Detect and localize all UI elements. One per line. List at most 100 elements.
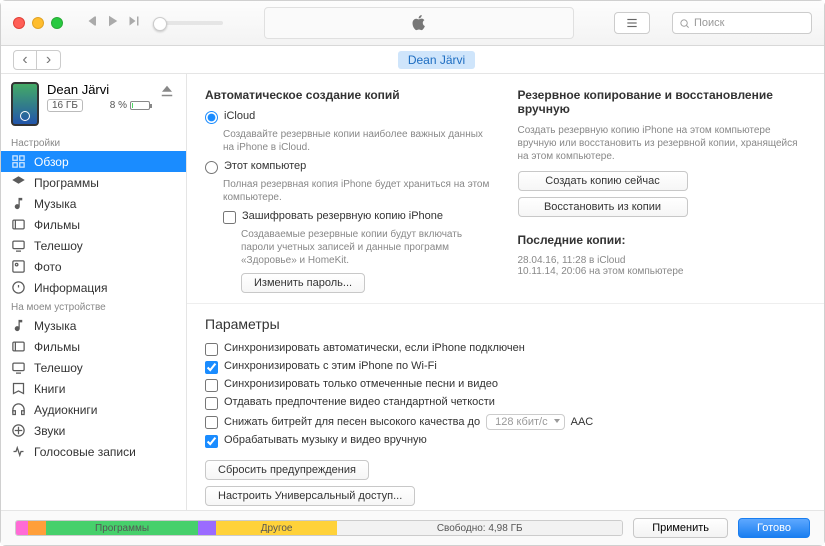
volume-slider[interactable] xyxy=(153,21,223,25)
auto-backup-title: Автоматическое создание копий xyxy=(205,88,494,102)
device-battery: 8 % xyxy=(110,100,150,111)
configure-ua-button[interactable]: Настроить Универсальный доступ... xyxy=(205,486,415,506)
sidebar-item-label: Книги xyxy=(34,382,65,396)
lcd-display xyxy=(264,7,574,39)
nav-row: ‹ › Dean Järvi xyxy=(1,46,824,74)
encrypt-sub: Создаваемые резервные копии будут включа… xyxy=(241,228,494,267)
option-bitrate-checkbox[interactable] xyxy=(205,416,218,429)
sidebar-item-label: Голосовые записи xyxy=(34,445,136,459)
last-backup-1: 28.04.16, 11:28 в iCloud xyxy=(518,255,807,266)
sidebar-icon xyxy=(11,423,26,438)
sidebar-ondevice-музыка[interactable]: Музыка xyxy=(1,315,186,336)
sidebar-section-ondevice: На моем устройстве xyxy=(1,298,186,315)
play-icon[interactable] xyxy=(103,12,121,35)
sidebar-ondevice-фильмы[interactable]: Фильмы xyxy=(1,336,186,357)
phone-icon xyxy=(11,82,39,126)
sidebar-item-label: Фото xyxy=(34,260,62,274)
sidebar-item-программы[interactable]: Программы xyxy=(1,172,186,193)
sidebar-item-label: Телешоу xyxy=(34,239,83,253)
device-header: Dean Järvi 16 ГБ 8 % xyxy=(1,74,186,134)
sidebar-item-label: Обзор xyxy=(34,155,69,169)
backup-thispc-radio[interactable]: Этот компьютер xyxy=(205,160,494,174)
sidebar-section-settings: Настройки xyxy=(1,134,186,151)
playback-controls xyxy=(81,12,223,35)
list-icon xyxy=(625,16,639,30)
eject-icon[interactable] xyxy=(158,82,176,100)
search-input[interactable]: Поиск xyxy=(672,12,812,34)
minimize-window[interactable] xyxy=(32,17,44,29)
sidebar-item-обзор[interactable]: Обзор xyxy=(1,151,186,172)
sidebar-icon xyxy=(11,339,26,354)
option-wifi-sync[interactable]: Синхронизировать с этим iPhone по Wi-Fi xyxy=(205,360,806,374)
titlebar: Поиск xyxy=(1,1,824,46)
sidebar-icon xyxy=(11,154,26,169)
sidebar-item-label: Фильмы xyxy=(34,218,80,232)
close-window[interactable] xyxy=(13,17,25,29)
option-manual-manage[interactable]: Обрабатывать музыку и видео вручную xyxy=(205,434,806,448)
option-bitrate: Снижать битрейт для песен высокого качес… xyxy=(205,414,806,430)
sidebar-icon xyxy=(11,444,26,459)
nav-back-forward: ‹ › xyxy=(13,50,61,70)
sidebar-ondevice-телешоу[interactable]: Телешоу xyxy=(1,357,186,378)
sidebar-icon xyxy=(11,402,26,417)
sidebar-item-телешоу[interactable]: Телешоу xyxy=(1,235,186,256)
sidebar-item-label: Фильмы xyxy=(34,340,80,354)
bitrate-select[interactable]: 128 кбит/с xyxy=(486,414,565,430)
nav-forward-button[interactable]: › xyxy=(37,50,61,70)
storage-segment xyxy=(198,521,216,535)
device-capacity: 16 ГБ xyxy=(47,99,83,112)
storage-bar: Программы ДругоеСвободно: 4,98 ГБ xyxy=(15,520,623,536)
sidebar-ondevice-книги[interactable]: Книги xyxy=(1,378,186,399)
storage-segment: Свободно: 4,98 ГБ xyxy=(337,521,622,535)
sidebar-item-информация[interactable]: Информация xyxy=(1,277,186,298)
sidebar-item-label: Музыка xyxy=(34,197,76,211)
manual-backup-sub: Создать резервную копию iPhone на этом к… xyxy=(518,124,807,163)
backup-icloud-radio[interactable]: iCloud xyxy=(205,110,494,124)
zoom-window[interactable] xyxy=(51,17,63,29)
change-password-button[interactable]: Изменить пароль... xyxy=(241,273,365,293)
storage-segment: Программы xyxy=(46,521,198,535)
sidebar-item-фильмы[interactable]: Фильмы xyxy=(1,214,186,235)
search-icon xyxy=(679,18,690,29)
nav-back-button[interactable]: ‹ xyxy=(13,50,37,70)
backup-left-column: Автоматическое создание копий iCloud Соз… xyxy=(205,88,494,293)
storage-segment: Другое xyxy=(216,521,337,535)
options-title: Параметры xyxy=(205,316,806,332)
reset-warnings-button[interactable]: Сбросить предупреждения xyxy=(205,460,369,480)
apply-button[interactable]: Применить xyxy=(633,518,728,538)
window-controls xyxy=(13,17,63,29)
sidebar-item-музыка[interactable]: Музыка xyxy=(1,193,186,214)
sidebar-item-фото[interactable]: Фото xyxy=(1,256,186,277)
option-checked-only[interactable]: Синхронизировать только отмеченные песни… xyxy=(205,378,806,392)
encrypt-checkbox[interactable]: Зашифровать резервную копию iPhone xyxy=(223,210,494,224)
sidebar-ondevice-голосовые записи[interactable]: Голосовые записи xyxy=(1,441,186,462)
search-placeholder: Поиск xyxy=(694,17,724,29)
backup-now-button[interactable]: Создать копию сейчас xyxy=(518,171,688,191)
restore-button[interactable]: Восстановить из копии xyxy=(518,197,688,217)
device-name: Dean Järvi xyxy=(47,82,150,97)
sidebar-icon xyxy=(11,259,26,274)
prev-track-icon[interactable] xyxy=(81,12,99,35)
done-button[interactable]: Готово xyxy=(738,518,810,538)
manual-backup-title: Резервное копирование и восстановление в… xyxy=(518,88,807,116)
sidebar-icon xyxy=(11,318,26,333)
breadcrumb[interactable]: Dean Järvi xyxy=(398,51,475,69)
list-view-button[interactable] xyxy=(614,12,650,34)
backup-icloud-sub: Создавайте резервные копии наиболее важн… xyxy=(223,128,494,154)
backup-thispc-sub: Полная резервная копия iPhone будет хран… xyxy=(223,178,494,204)
sidebar-icon xyxy=(11,238,26,253)
next-track-icon[interactable] xyxy=(125,12,143,35)
sidebar-ondevice-звуки[interactable]: Звуки xyxy=(1,420,186,441)
main-panel: Автоматическое создание копий iCloud Соз… xyxy=(187,74,824,510)
sidebar-icon xyxy=(11,217,26,232)
sidebar-ondevice-аудиокниги[interactable]: Аудиокниги xyxy=(1,399,186,420)
storage-segment xyxy=(28,521,46,535)
sidebar-item-label: Звуки xyxy=(34,424,65,438)
last-backup-2: 10.11.14, 20:06 на этом компьютере xyxy=(518,266,807,277)
sidebar-icon xyxy=(11,175,26,190)
sidebar-icon xyxy=(11,381,26,396)
sidebar-icon xyxy=(11,360,26,375)
option-auto-sync[interactable]: Синхронизировать автоматически, если iPh… xyxy=(205,342,806,356)
option-prefer-sd[interactable]: Отдавать предпочтение видео стандартной … xyxy=(205,396,806,410)
battery-icon xyxy=(130,101,150,110)
